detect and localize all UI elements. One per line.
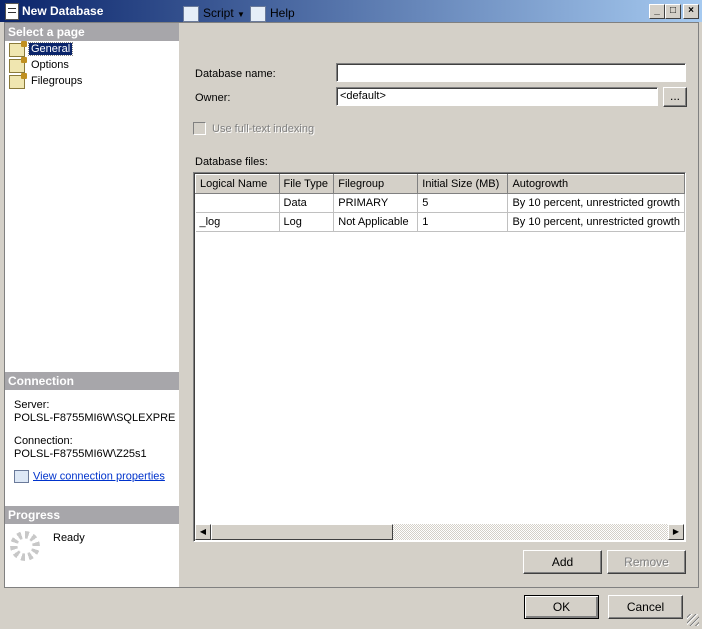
window-title: New Database [22, 4, 104, 18]
connection-properties-icon [14, 470, 29, 483]
page-item-general[interactable]: General [9, 40, 74, 57]
connection-label: Connection: [14, 435, 73, 447]
column-header-initial-size[interactable]: Initial Size (MB) [417, 174, 509, 194]
cell-autogrowth[interactable]: By 10 percent, unrestricted growth [507, 193, 685, 213]
help-label: Help [270, 6, 295, 20]
server-label: Server: [14, 399, 50, 411]
scroll-thumb[interactable] [211, 524, 393, 540]
cell-autogrowth[interactable]: By 10 percent, unrestricted growth [507, 212, 685, 232]
add-button[interactable]: Add [523, 550, 602, 574]
database-files-grid[interactable]: Logical Name File Type Filegroup Initial… [193, 172, 686, 542]
ok-button[interactable]: OK [524, 595, 599, 619]
script-label: Script [203, 6, 234, 20]
connection-value: POLSL-F8755MI6W\Z25s1 [14, 448, 147, 460]
view-connection-link[interactable]: View connection properties [33, 470, 165, 482]
cell-initial-size[interactable]: 1 [417, 212, 509, 232]
cell-filegroup[interactable]: PRIMARY [333, 193, 419, 213]
maximize-button[interactable]: □ [665, 4, 681, 19]
connection-header: Connection [5, 372, 179, 390]
remove-button[interactable]: Remove [607, 550, 686, 574]
fulltext-checkbox[interactable] [193, 122, 206, 135]
cell-initial-size[interactable]: 5 [417, 193, 509, 213]
left-pane: Select a page General Options Filegroups… [4, 22, 180, 588]
cell-file-type[interactable]: Data [279, 193, 335, 213]
owner-browse-button[interactable]: ... [663, 87, 687, 107]
fulltext-label: Use full-text indexing [212, 123, 315, 135]
view-connection-properties[interactable]: View connection properties [14, 470, 176, 483]
progress-header: Progress [5, 506, 179, 524]
title-bar: New Database _ □ × [0, 0, 702, 22]
minimize-button[interactable]: _ [649, 4, 665, 19]
page-label-general: General [27, 42, 74, 56]
chevron-down-icon: ▼ [237, 10, 245, 19]
script-icon [183, 5, 199, 22]
column-header-logical-name[interactable]: Logical Name [195, 174, 280, 194]
page-icon [9, 40, 27, 57]
owner-label: Owner: [195, 92, 231, 104]
scroll-right-icon[interactable]: ▶ [668, 524, 684, 540]
cell-logical-name[interactable]: _log [195, 212, 280, 232]
server-value: POLSL-F8755MI6W\SQLEXPRESS [14, 412, 176, 424]
help-button[interactable]: Help [250, 5, 295, 22]
page-label-options: Options [31, 59, 69, 71]
table-row[interactable]: _log Log Not Applicable 1 By 10 percent,… [195, 212, 685, 232]
cancel-button[interactable]: Cancel [608, 595, 683, 619]
page-icon [9, 56, 27, 73]
close-button[interactable]: × [683, 4, 699, 19]
database-icon [5, 3, 19, 20]
cell-file-type[interactable]: Log [279, 212, 335, 232]
cell-logical-name[interactable] [195, 193, 280, 213]
page-icon [9, 72, 27, 89]
column-header-filegroup[interactable]: Filegroup [333, 174, 419, 194]
scroll-left-icon[interactable]: ◀ [195, 524, 211, 540]
progress-spinner-icon [10, 531, 40, 561]
column-header-autogrowth[interactable]: Autogrowth [507, 174, 685, 194]
page-label-filegroups: Filegroups [31, 75, 83, 87]
database-files-label: Database files: [195, 156, 268, 168]
resize-grip-icon[interactable] [687, 614, 699, 626]
help-icon [250, 5, 266, 22]
cell-filegroup[interactable]: Not Applicable [333, 212, 419, 232]
owner-input[interactable]: <default> [336, 87, 658, 106]
database-name-label: Database name: [195, 68, 276, 80]
progress-status: Ready [53, 532, 85, 544]
script-button[interactable]: Script ▼ [183, 5, 245, 22]
page-item-filegroups[interactable]: Filegroups [9, 72, 84, 89]
select-page-header: Select a page [5, 23, 179, 41]
database-name-input[interactable] [336, 63, 686, 82]
horizontal-scrollbar[interactable]: ◀ ▶ [195, 524, 684, 540]
page-item-options[interactable]: Options [9, 56, 71, 73]
table-row[interactable]: Data PRIMARY 5 By 10 percent, unrestrict… [195, 193, 685, 213]
grid-header-row: Logical Name File Type Filegroup Initial… [195, 174, 685, 194]
column-header-file-type[interactable]: File Type [278, 174, 335, 194]
